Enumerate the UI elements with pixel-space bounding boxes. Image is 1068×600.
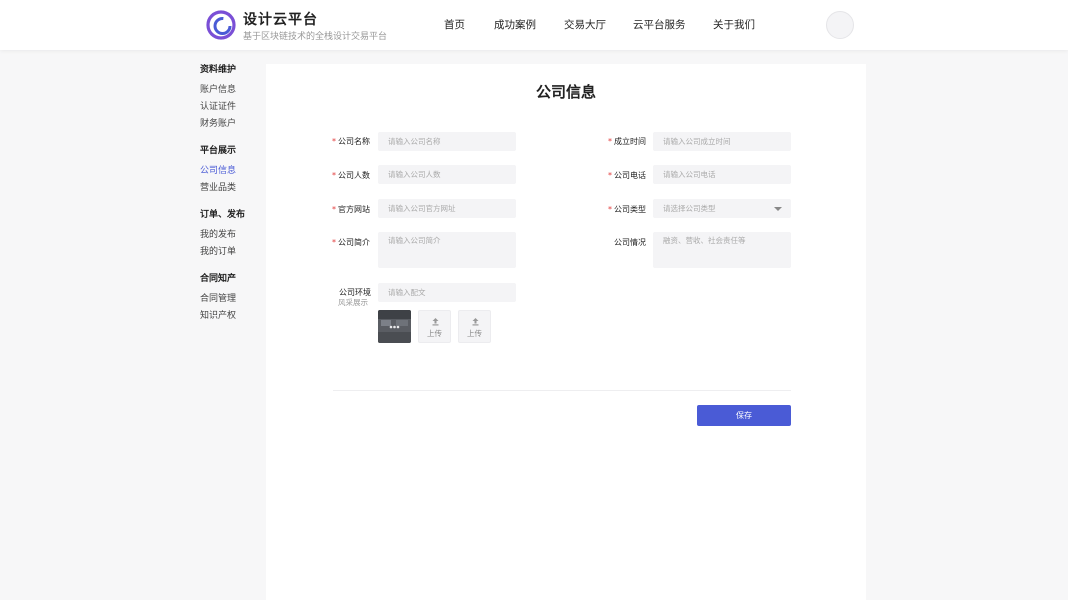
nav-item-about[interactable]: 关于我们 bbox=[713, 17, 755, 32]
situation-textarea[interactable]: 融资、营收、社会责任等 bbox=[653, 232, 791, 268]
upload-label: 上传 bbox=[427, 329, 442, 338]
sidebar-group-orders: 订单、发布 我的发布 我的订单 bbox=[200, 209, 260, 258]
top-header: 设计云平台 基于区块链技术的全栈设计交易平台 首页 成功案例 交易大厅 云平台服… bbox=[0, 0, 1068, 50]
required-mark: * bbox=[608, 171, 612, 180]
company-name-label: * 公司名称 bbox=[332, 137, 370, 146]
sidebar-group-contracts: 合同知产 合同管理 知识产权 bbox=[200, 273, 260, 322]
company-type-select[interactable]: 请选择公司类型 bbox=[653, 199, 791, 218]
sidebar-item-ip[interactable]: 知识产权 bbox=[200, 310, 260, 322]
environment-sublabel: 风采展示 bbox=[338, 298, 368, 307]
required-mark: * bbox=[332, 171, 336, 180]
required-mark: * bbox=[332, 205, 336, 214]
situation-label: 公司情况 bbox=[614, 238, 646, 247]
required-mark: * bbox=[332, 137, 336, 146]
upload-label: 上传 bbox=[467, 329, 482, 338]
form-divider bbox=[333, 390, 791, 391]
logo-icon[interactable] bbox=[205, 9, 237, 41]
sidebar-item-my-orders[interactable]: 我的订单 bbox=[200, 246, 260, 258]
phone-input[interactable]: 请输入公司电话 bbox=[653, 165, 791, 184]
intro-label: * 公司简介 bbox=[332, 238, 370, 247]
upload-button[interactable]: 上传 bbox=[418, 310, 451, 343]
page-title: 公司信息 bbox=[535, 83, 596, 101]
upload-icon bbox=[432, 318, 439, 326]
headcount-label: * 公司人数 bbox=[332, 171, 370, 180]
founded-date-input[interactable]: 请输入公司成立时间 bbox=[653, 132, 791, 151]
headcount-input[interactable]: 请输入公司人数 bbox=[378, 165, 516, 184]
upload-button[interactable]: 上传 bbox=[458, 310, 491, 343]
upload-icon bbox=[472, 318, 479, 326]
sidebar-item-account-info[interactable]: 账户信息 bbox=[200, 84, 260, 96]
required-mark: * bbox=[608, 205, 612, 214]
sidebar-group-profile: 资料维护 账户信息 认证证件 财务账户 bbox=[200, 64, 260, 130]
environment-caption-input[interactable]: 请输入配文 bbox=[378, 283, 516, 302]
chevron-down-icon bbox=[774, 207, 782, 211]
company-name-input[interactable]: 请输入公司名称 bbox=[378, 132, 516, 151]
sidebar-group-title: 资料维护 bbox=[200, 65, 237, 75]
sidebar-item-business-categories[interactable]: 营业品类 bbox=[200, 182, 260, 194]
required-mark: * bbox=[332, 238, 336, 247]
website-input[interactable]: 请输入公司官方网址 bbox=[378, 199, 516, 218]
phone-label: * 公司电话 bbox=[608, 171, 646, 180]
company-info-card: 公司信息 * 公司名称 请输入公司名称 * 成立时间 请输入公司成立时间 * 公司人数… bbox=[266, 64, 866, 600]
website-label: * 官方网站 bbox=[332, 205, 370, 214]
sidebar-group-title: 平台展示 bbox=[200, 146, 237, 156]
intro-textarea[interactable]: 请输入公司简介 bbox=[378, 232, 516, 268]
nav-item-cases[interactable]: 成功案例 bbox=[494, 17, 536, 32]
brand-subtitle: 基于区块链技术的全栈设计交易平台 bbox=[243, 32, 388, 42]
nav-item-home[interactable]: 首页 bbox=[444, 17, 465, 32]
required-mark: * bbox=[608, 137, 612, 146]
sidebar-item-company-info[interactable]: 公司信息 bbox=[200, 165, 260, 177]
nav-item-cloud-services[interactable]: 云平台服务 bbox=[633, 17, 686, 32]
company-type-label: * 公司类型 bbox=[608, 205, 646, 214]
sidebar-group-title: 合同知产 bbox=[200, 274, 237, 284]
user-avatar[interactable] bbox=[826, 11, 854, 39]
sidebar-group-showcase: 平台展示 公司信息 营业品类 bbox=[200, 145, 260, 194]
save-button[interactable]: 保存 bbox=[697, 405, 791, 426]
sidebar: 资料维护 账户信息 认证证件 财务账户 平台展示 公司信息 营业品类 订单、发布… bbox=[200, 64, 260, 337]
sidebar-item-contracts[interactable]: 合同管理 bbox=[200, 293, 260, 305]
sidebar-item-my-posts[interactable]: 我的发布 bbox=[200, 229, 260, 241]
nav-item-trading-hall[interactable]: 交易大厅 bbox=[564, 17, 606, 32]
office-photo-image bbox=[378, 310, 411, 343]
company-type-placeholder: 请选择公司类型 bbox=[663, 204, 716, 213]
environment-photo-thumbnail[interactable] bbox=[378, 310, 411, 343]
sidebar-group-title: 订单、发布 bbox=[200, 210, 246, 220]
sidebar-item-finance-account[interactable]: 财务账户 bbox=[200, 118, 260, 130]
founded-date-label: * 成立时间 bbox=[608, 137, 646, 146]
brand-title: 设计云平台 bbox=[243, 12, 318, 28]
sidebar-item-certificates[interactable]: 认证证件 bbox=[200, 101, 260, 113]
